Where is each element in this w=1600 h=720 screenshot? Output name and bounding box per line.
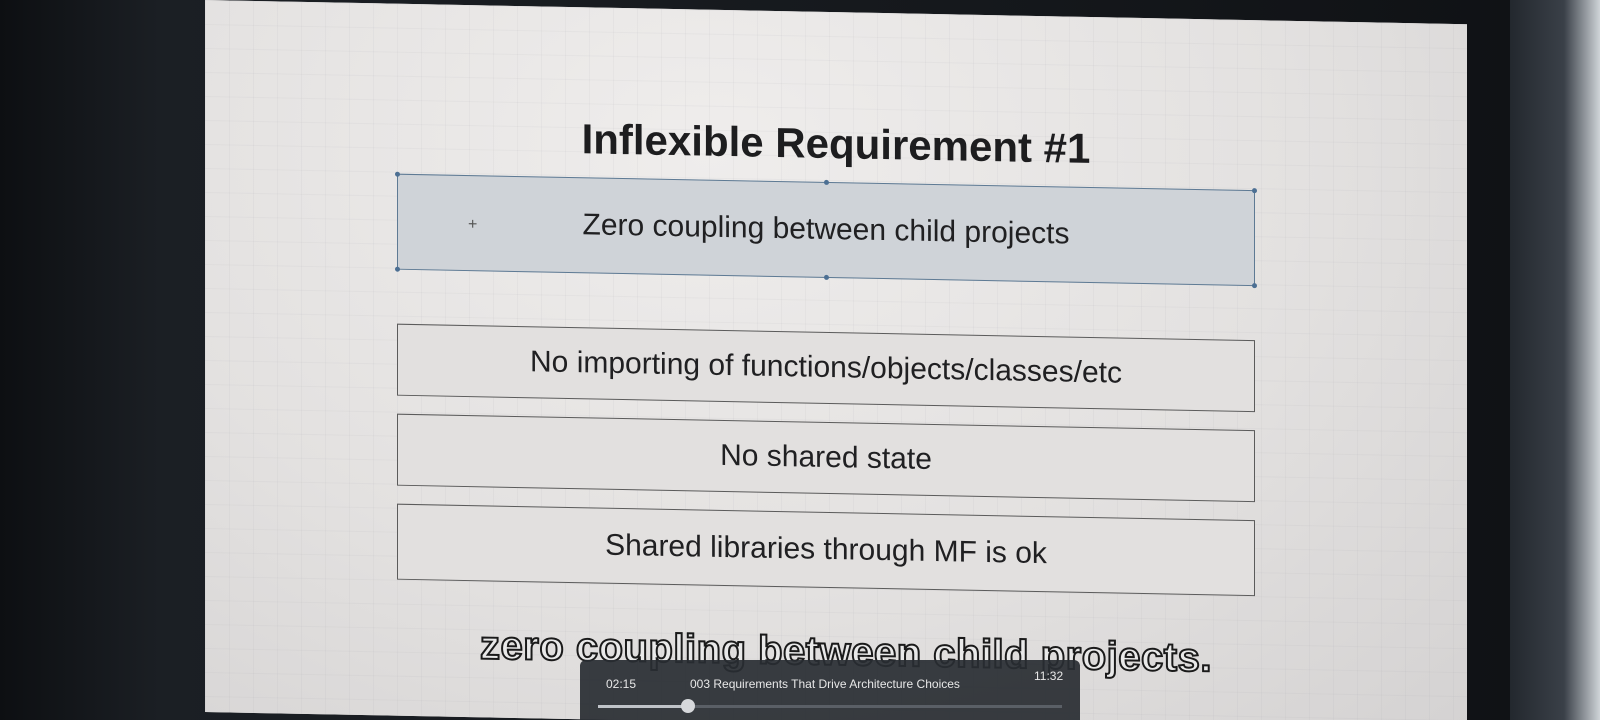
- resize-handle-top-left[interactable]: [395, 171, 400, 177]
- current-time: 02:15: [606, 677, 637, 691]
- requirement-box-1[interactable]: No importing of functions/objects/classe…: [397, 323, 1255, 413]
- video-player-controls[interactable]: 02:15 003 Requirements That Drive Archit…: [580, 660, 1080, 720]
- requirement-box-1-label: No importing of functions/objects/classe…: [530, 345, 1122, 390]
- total-time: 11:32: [1034, 669, 1064, 683]
- resize-handle-bottom[interactable]: [824, 274, 829, 280]
- requirement-box-3-label: Shared libraries through MF is ok: [605, 528, 1047, 571]
- selected-text-box[interactable]: + Zero coupling between child projects: [395, 171, 1257, 289]
- requirement-box-2[interactable]: No shared state: [397, 413, 1255, 503]
- screen: Inflexible Requirement #1 + Zero couplin…: [0, 0, 1600, 720]
- resize-handle-bottom-right[interactable]: [1252, 283, 1257, 289]
- resize-handle-bottom-left[interactable]: [395, 266, 400, 272]
- progress-fill: [598, 705, 689, 708]
- move-cursor-icon: +: [468, 216, 478, 234]
- selected-text-box-label: Zero coupling between child projects: [582, 208, 1070, 251]
- requirement-box-3[interactable]: Shared libraries through MF is ok: [397, 503, 1255, 597]
- resize-handle-top-right[interactable]: [1252, 188, 1257, 194]
- video-title: 003 Requirements That Drive Architecture…: [690, 677, 960, 691]
- slide-title: Inflexible Requirement #1: [581, 115, 1091, 173]
- progress-scrubber[interactable]: [681, 699, 696, 713]
- presentation-slide: Inflexible Requirement #1 + Zero couplin…: [205, 0, 1467, 720]
- resize-handle-top[interactable]: [824, 179, 829, 185]
- requirement-box-2-label: No shared state: [720, 438, 932, 476]
- progress-track[interactable]: [598, 699, 1062, 713]
- screen-edge: [1510, 0, 1600, 720]
